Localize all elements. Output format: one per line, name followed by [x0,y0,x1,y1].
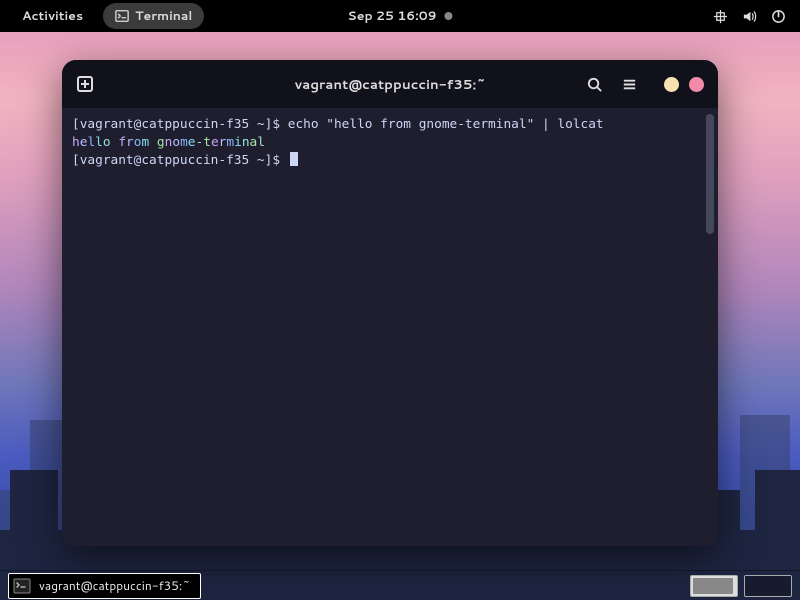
search-icon[interactable] [586,76,603,93]
volume-icon[interactable] [742,9,757,24]
gnome-top-bar: Activities Terminal Sep 25 16:09 [0,0,800,32]
terminal-window: vagrant@catppuccin-f35:~ [vagrant@catppu… [62,60,718,546]
cursor-icon [290,152,298,166]
terminal-title: vagrant@catppuccin-f35:~ [294,75,485,94]
notification-dot-icon [445,12,453,20]
new-tab-button[interactable] [76,75,94,93]
terminal-icon [115,9,129,23]
workspace-2[interactable] [744,575,792,597]
taskbar-item-terminal[interactable]: vagrant@catppuccin-f35:~ [8,573,201,599]
workspace-1[interactable] [690,575,738,597]
terminal-output-line: hello from gnome-terminal [72,134,708,152]
bottom-panel: vagrant@catppuccin-f35:~ [0,570,800,600]
terminal-titlebar[interactable]: vagrant@catppuccin-f35:~ [62,60,718,108]
close-button[interactable] [689,77,704,92]
minimize-button[interactable] [664,77,679,92]
power-icon[interactable] [771,9,786,24]
active-app-label: Terminal [135,7,192,25]
terminal-icon [13,577,31,595]
hamburger-menu-icon[interactable] [621,76,638,93]
terminal-line: [vagrant@catppuccin-f35 ~]$ echo "hello … [72,116,708,134]
taskbar-item-label: vagrant@catppuccin-f35:~ [39,577,190,594]
scrollbar[interactable] [706,114,714,234]
terminal-line: [vagrant@catppuccin-f35 ~]$ [72,152,708,170]
clock-label[interactable]: Sep 25 16:09 [347,7,436,25]
terminal-body[interactable]: [vagrant@catppuccin-f35 ~]$ echo "hello … [62,108,718,546]
activities-button[interactable]: Activities [12,3,93,29]
network-icon[interactable] [713,9,728,24]
active-app-button[interactable]: Terminal [103,3,204,29]
